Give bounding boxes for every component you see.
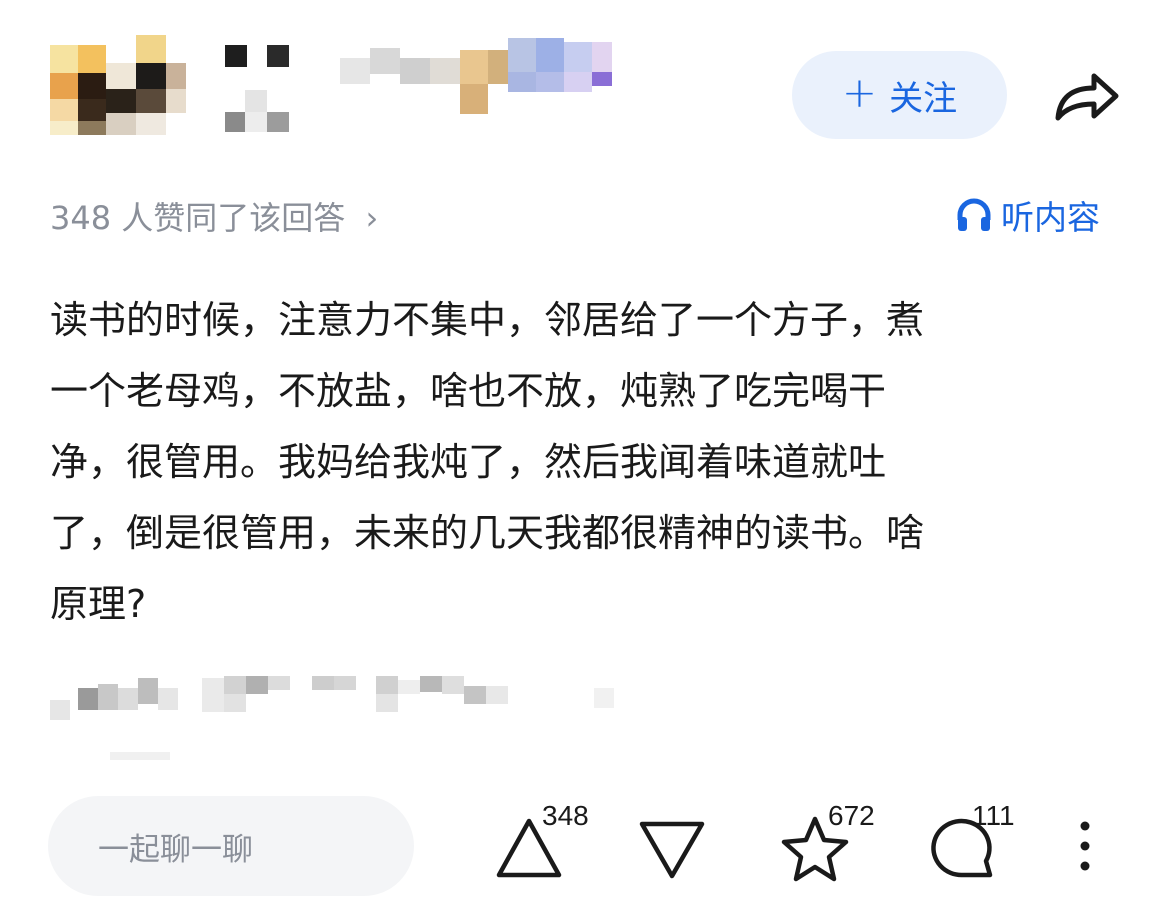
plus-icon: +	[841, 68, 878, 117]
likes-summary[interactable]: 348 人赞同了该回答 ›	[50, 193, 378, 237]
answer-line: 读书的时候，注意力不集中，邻居给了一个方子，煮	[50, 298, 925, 342]
answer-line: 一个老母鸡，不放盐，啥也不放，炖熟了吃完喝干	[50, 369, 887, 413]
likes-text: 348 人赞同了该回答	[50, 199, 346, 237]
favorite-count: 672	[828, 800, 875, 831]
pixelated-fragment	[110, 752, 170, 760]
author-name[interactable]	[215, 30, 625, 135]
headphones-icon	[957, 198, 991, 231]
answer-content: 读书的时候，注意力不集中，邻居给了一个方子，煮 一个老母鸡，不放盐，啥也不放，炖…	[50, 285, 1120, 640]
share-button[interactable]	[1052, 66, 1122, 126]
pixelated-answer-info	[50, 670, 670, 720]
listen-button[interactable]: 听内容	[955, 193, 1100, 237]
answer-line: 净，很管用。我妈给我炖了，然后我闻着味道就吐	[50, 440, 887, 484]
chat-input[interactable]: 一起聊一聊	[48, 796, 414, 896]
chevron-right-icon: ›	[365, 199, 379, 237]
more-vertical-icon	[1080, 821, 1090, 871]
answer-header: + 关注	[0, 0, 1170, 160]
share-arrow-icon	[1055, 73, 1119, 121]
more-button[interactable]	[1070, 818, 1100, 878]
upvote-count: 348	[542, 800, 589, 831]
follow-button[interactable]: + 关注	[792, 51, 1007, 139]
listen-label: 听内容	[1001, 198, 1100, 237]
downvote-button[interactable]	[638, 820, 706, 880]
downvote-triangle-icon	[639, 821, 705, 879]
comment-count: 111	[972, 800, 1015, 831]
answer-line: 了，倒是很管用，未来的几天我都很精神的读书。啥	[50, 511, 925, 555]
follow-label: 关注	[889, 78, 958, 119]
answer-line: 原理?	[50, 582, 147, 626]
author-avatar[interactable]	[50, 35, 200, 135]
chat-placeholder: 一起聊一聊	[98, 831, 253, 868]
